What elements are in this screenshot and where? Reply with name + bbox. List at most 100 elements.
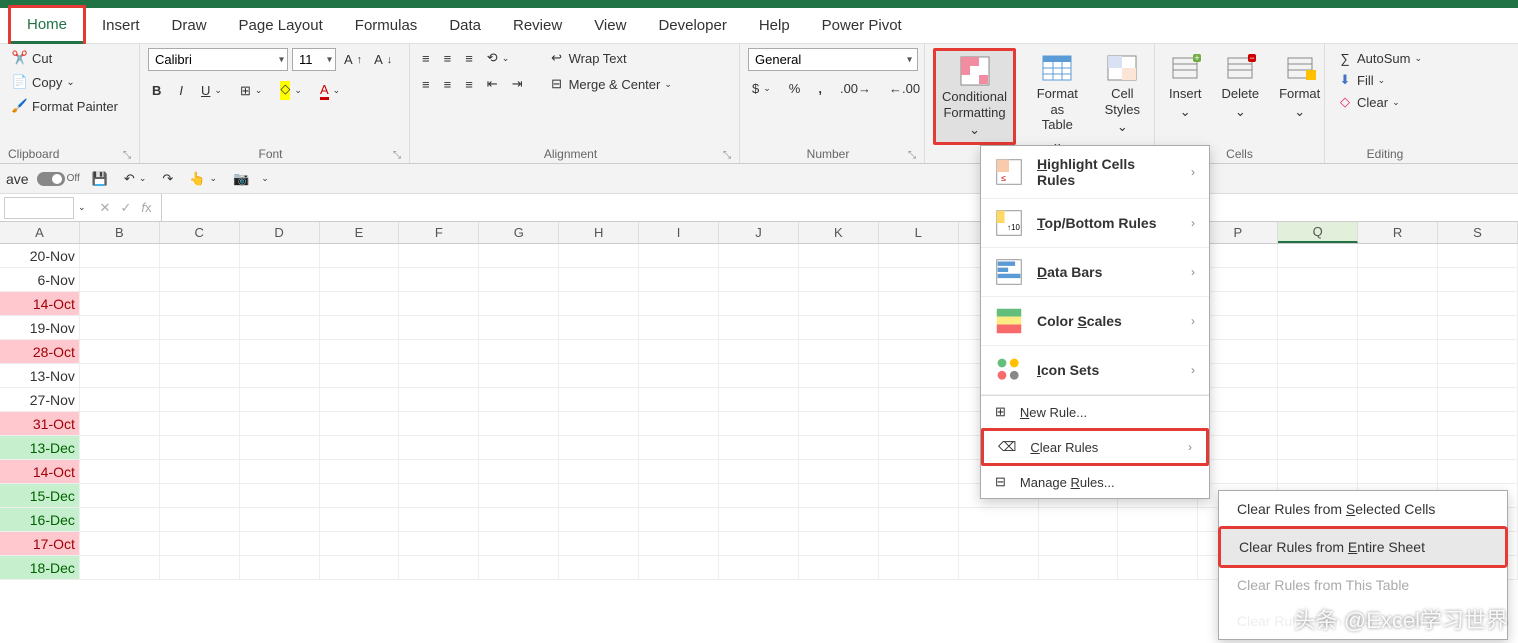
cell[interactable] (559, 460, 639, 484)
cell[interactable] (399, 412, 479, 436)
cell[interactable] (160, 460, 240, 484)
cut-button[interactable]: ✂️Cut (8, 48, 122, 68)
cell[interactable] (639, 340, 719, 364)
cell[interactable] (1438, 388, 1518, 412)
tab-insert[interactable]: Insert (86, 9, 156, 42)
column-header[interactable]: D (240, 222, 320, 243)
launcher-icon[interactable]: ⤡ (908, 150, 916, 161)
column-header[interactable]: K (799, 222, 879, 243)
decrease-decimal-icon[interactable]: ←.00 (885, 79, 924, 98)
copy-button[interactable]: 📄Copy ⌄ (8, 72, 122, 92)
cell[interactable] (399, 364, 479, 388)
cell[interactable] (1278, 436, 1358, 460)
cell[interactable] (160, 340, 240, 364)
increase-indent-icon[interactable]: ⇥ (508, 74, 527, 94)
delete-cells-button[interactable]: − Delete ⌄ (1216, 48, 1266, 123)
cell[interactable] (1438, 268, 1518, 292)
cell[interactable] (320, 268, 400, 292)
cell[interactable] (559, 244, 639, 268)
fx-icon[interactable]: fx (141, 200, 151, 215)
cell[interactable] (639, 436, 719, 460)
cell[interactable] (559, 340, 639, 364)
align-middle-icon[interactable]: ≡ (440, 49, 456, 68)
cell[interactable] (320, 412, 400, 436)
cell[interactable] (80, 244, 160, 268)
cell[interactable] (639, 244, 719, 268)
cell[interactable] (80, 532, 160, 556)
cell[interactable] (1198, 460, 1278, 484)
column-header[interactable]: R (1358, 222, 1438, 243)
cell[interactable] (160, 244, 240, 268)
border-button[interactable]: ⊞ ⌄ (236, 81, 266, 101)
cell[interactable] (1358, 436, 1438, 460)
cell[interactable] (1358, 388, 1438, 412)
cell[interactable] (719, 508, 799, 532)
cell[interactable] (799, 412, 879, 436)
cell[interactable] (240, 484, 320, 508)
cell[interactable]: 27-Nov (0, 388, 80, 412)
autosave-toggle[interactable] (37, 172, 65, 186)
cell[interactable] (879, 244, 959, 268)
name-box[interactable] (4, 197, 74, 219)
align-top-icon[interactable]: ≡ (418, 49, 434, 68)
cell[interactable] (1198, 292, 1278, 316)
menu-color-scales[interactable]: Color Scales › (981, 297, 1209, 346)
cell[interactable] (160, 364, 240, 388)
cell[interactable] (1358, 364, 1438, 388)
tab-home[interactable]: Home (11, 8, 83, 44)
cell[interactable] (320, 340, 400, 364)
cell[interactable] (1438, 244, 1518, 268)
cell[interactable] (1278, 412, 1358, 436)
cell[interactable] (479, 484, 559, 508)
autosum-button[interactable]: ∑AutoSum ⌄ (1333, 48, 1426, 68)
cell[interactable] (959, 532, 1039, 556)
increase-font-icon[interactable]: A↑ (340, 50, 366, 69)
column-header[interactable]: Q (1278, 222, 1358, 243)
cell[interactable] (559, 316, 639, 340)
cell[interactable] (479, 316, 559, 340)
cell[interactable] (1278, 268, 1358, 292)
format-painter-button[interactable]: 🖌️Format Painter (8, 96, 122, 116)
cell[interactable] (1198, 340, 1278, 364)
tab-help[interactable]: Help (743, 9, 806, 42)
conditional-formatting-button[interactable]: Conditional Formatting ⌄ (936, 51, 1013, 142)
cell[interactable] (559, 364, 639, 388)
number-format-select[interactable] (748, 48, 918, 71)
cell[interactable] (1438, 340, 1518, 364)
cell[interactable] (879, 556, 959, 580)
camera-icon[interactable]: 📷 (229, 169, 253, 189)
align-left-icon[interactable]: ≡ (418, 75, 434, 94)
launcher-icon[interactable]: ⤡ (723, 150, 731, 161)
cell[interactable] (1438, 292, 1518, 316)
menu-top-bottom[interactable]: ↑10 Top/Bottom Rules › (981, 199, 1209, 248)
cell[interactable] (719, 532, 799, 556)
column-header[interactable]: E (320, 222, 400, 243)
cell[interactable] (1358, 340, 1438, 364)
cell[interactable] (399, 484, 479, 508)
cell[interactable] (399, 388, 479, 412)
cell[interactable] (559, 292, 639, 316)
cell[interactable] (799, 436, 879, 460)
cell[interactable] (479, 364, 559, 388)
cell[interactable] (80, 484, 160, 508)
column-header[interactable]: F (399, 222, 479, 243)
cell[interactable] (1118, 508, 1198, 532)
cell[interactable] (799, 388, 879, 412)
cell[interactable] (240, 244, 320, 268)
cell[interactable] (799, 340, 879, 364)
font-color-button[interactable]: A ⌄ (316, 80, 344, 102)
cell[interactable] (799, 508, 879, 532)
formula-input[interactable] (161, 194, 1518, 221)
cell[interactable] (479, 340, 559, 364)
cell[interactable] (160, 388, 240, 412)
cell[interactable] (879, 436, 959, 460)
menu-new-rule[interactable]: ⊞ New Rule... (981, 396, 1209, 428)
cell[interactable]: 18-Dec (0, 556, 80, 580)
merge-center-button[interactable]: ⊟Merge & Center ⌄ (545, 74, 676, 94)
tab-draw[interactable]: Draw (156, 9, 223, 42)
cell[interactable]: 14-Oct (0, 292, 80, 316)
cell[interactable] (879, 364, 959, 388)
cell[interactable] (80, 460, 160, 484)
cell[interactable] (479, 436, 559, 460)
cell[interactable] (1278, 292, 1358, 316)
